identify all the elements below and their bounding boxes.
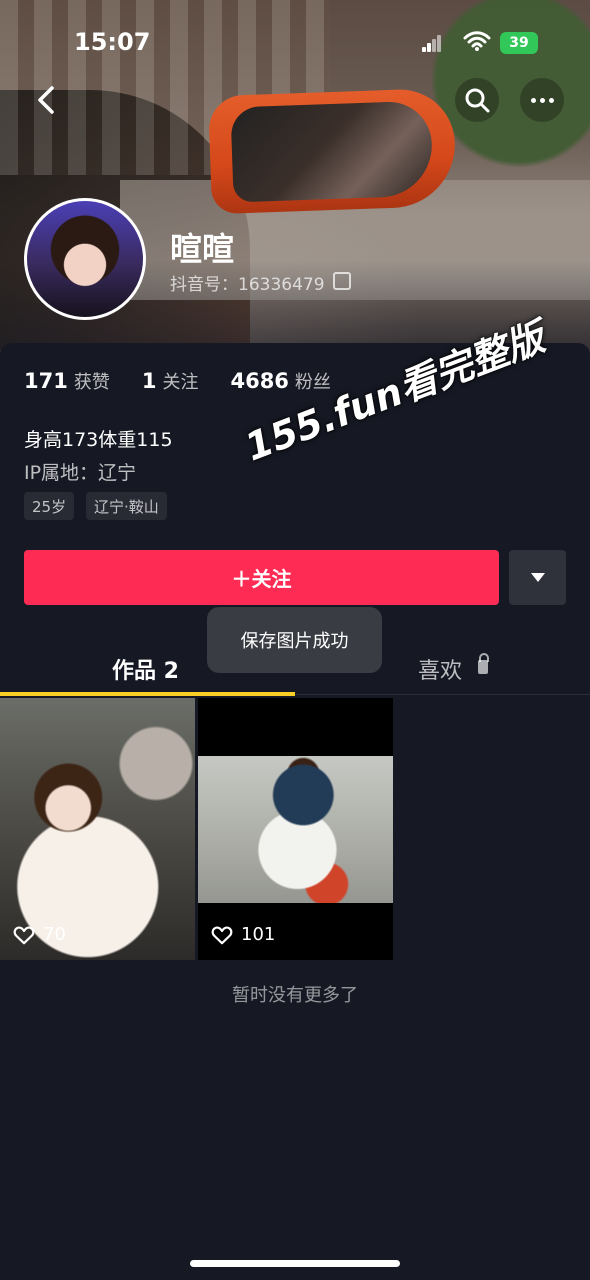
heart-icon: [211, 926, 233, 944]
more-icon-dot: [530, 97, 536, 103]
profile-name: 暄暄: [170, 230, 235, 268]
lock-icon: [478, 653, 489, 674]
ip-location: IP属地：辽宁: [24, 462, 137, 484]
heart-icon: [13, 926, 35, 944]
following-label: 关注: [162, 372, 199, 393]
video-likes: 101: [211, 924, 275, 945]
profile-bio: 身高173体重115: [24, 429, 173, 451]
back-icon[interactable]: [28, 80, 68, 120]
followers-count: 4686: [230, 369, 289, 393]
cover-mirror-reflection: [230, 100, 434, 203]
likes-label: 获赞: [73, 372, 110, 393]
active-tab-indicator: [0, 692, 295, 696]
chevron-down-icon: [530, 573, 545, 582]
likes-stat[interactable]: 171 获赞: [24, 368, 110, 394]
avatar[interactable]: [24, 198, 146, 320]
toast-message: 保存图片成功: [207, 607, 382, 673]
signal-icon: [422, 34, 442, 52]
home-indicator[interactable]: [190, 1260, 400, 1267]
following-stat[interactable]: 1 关注: [142, 368, 199, 394]
status-time: 15:07: [74, 28, 151, 56]
search-button[interactable]: [455, 78, 499, 122]
age-tag: 25岁: [24, 492, 75, 520]
douyin-id: 抖音号：16336479: [170, 275, 325, 295]
copy-icon[interactable]: [333, 272, 351, 290]
likes-count: 171: [24, 369, 68, 393]
search-icon: [465, 88, 490, 113]
tab-works[interactable]: 作品 2: [112, 653, 179, 685]
location-tag: 辽宁·鞍山: [86, 492, 167, 520]
video-thumbnail[interactable]: 101: [198, 698, 393, 960]
more-button[interactable]: [520, 78, 564, 122]
more-actions-button[interactable]: [509, 550, 566, 605]
like-count: 101: [241, 924, 276, 945]
battery-indicator: 39: [500, 32, 538, 54]
follow-button[interactable]: ＋关注: [24, 550, 499, 605]
more-icon-dot: [548, 97, 554, 103]
more-icon-dot: [539, 97, 545, 103]
like-count: 70: [43, 924, 66, 945]
video-likes: 70: [13, 924, 66, 945]
following-count: 1: [141, 369, 157, 393]
no-more-text: 暂时没有更多了: [232, 985, 358, 1006]
wifi-icon: [463, 31, 491, 51]
video-thumbnail[interactable]: 70: [0, 698, 195, 960]
tab-likes[interactable]: 喜欢: [418, 653, 462, 685]
